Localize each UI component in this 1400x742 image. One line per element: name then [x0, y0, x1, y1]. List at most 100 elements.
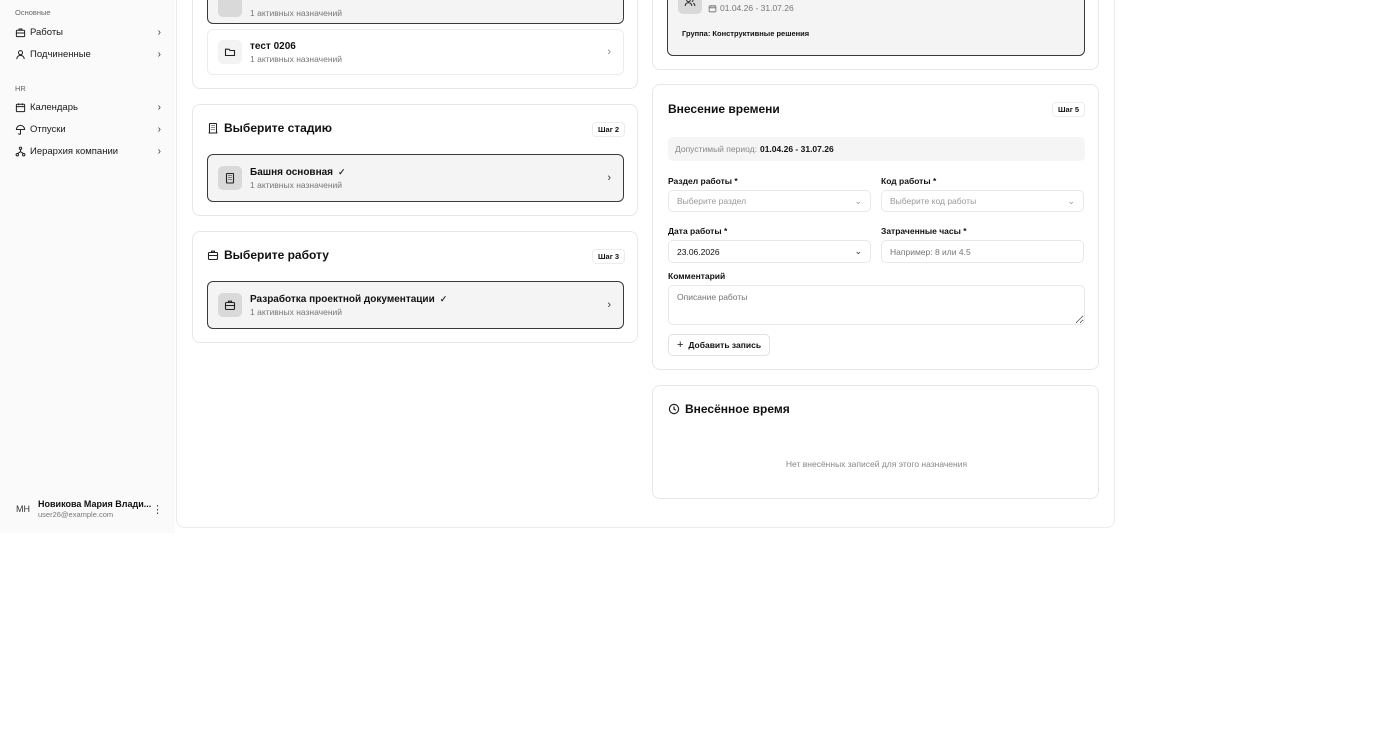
chevron-right-icon: ›	[157, 145, 161, 157]
comment-textarea[interactable]	[668, 285, 1085, 325]
entered-time-card: Внесённое время Нет внесённых записей дл…	[652, 385, 1099, 499]
sidebar-section-hr: HR	[15, 84, 26, 93]
chevron-down-icon: ⌄	[1067, 195, 1075, 206]
sidebar-item-label: Иерархия компании	[30, 145, 119, 157]
briefcase-icon	[218, 293, 242, 317]
option-title: тест 0206	[250, 40, 296, 52]
hours-label: Затраченные часы *	[881, 226, 967, 236]
sidebar-section-main: Основные	[15, 8, 51, 17]
stage-option-selected[interactable]: Башня основная ✓ 1 активных назначений ›	[207, 154, 624, 202]
chevron-right-icon: ›	[607, 0, 611, 4]
date-select[interactable]: 23.06.2026 ⌄	[668, 240, 871, 263]
sidebar-item-label: Подчиненные	[30, 48, 91, 60]
sidebar-item-label: Работы	[30, 26, 63, 38]
chevron-right-icon: ›	[607, 46, 611, 58]
chevron-right-icon: ›	[157, 123, 161, 135]
more-vertical-icon[interactable]: ⋮	[152, 503, 163, 516]
option-subtitle: 1 активных назначений	[250, 53, 343, 64]
step2-title: Выберите стадию	[207, 121, 332, 135]
app-root: Основные Работы › Подчиненные › HR Кален…	[0, 0, 1400, 742]
chevron-right-icon: ›	[157, 48, 161, 60]
user-name: Новикова Мария Влади...	[38, 499, 152, 509]
sidebar-item-label: Календарь	[30, 101, 78, 113]
folder-icon	[218, 0, 242, 17]
period-label: Допустимый период:	[675, 144, 757, 154]
entered-time-title: Внесённое время	[668, 402, 790, 416]
assignment-selected[interactable]: Ведущий конструктор-расчетчик 01.04.26 -…	[667, 0, 1085, 56]
step3-card: Выберите работу Шаг 3 Разработка проектн…	[192, 231, 638, 343]
chevron-right-icon: ›	[157, 101, 161, 113]
umbrella-icon	[15, 124, 26, 135]
briefcase-icon	[15, 27, 26, 38]
allowed-period: Допустимый период: 01.04.26 - 31.07.26	[668, 137, 1085, 161]
option-title-text: Башня основная	[250, 166, 334, 178]
work-option-selected[interactable]: Разработка проектной документации ✓ 1 ак…	[207, 281, 624, 329]
chevron-down-icon: ⌄	[854, 195, 862, 206]
code-label: Код работы *	[881, 176, 937, 186]
hours-input[interactable]	[881, 240, 1084, 263]
project-option-selected[interactable]: 1 активных назначений ›	[207, 0, 624, 24]
step1-card: 1 активных назначений › тест 0206 1 акти…	[192, 0, 638, 89]
entered-time-title-text: Внесённое время	[685, 402, 790, 416]
building-icon	[218, 166, 242, 190]
date-value: 23.06.2026	[677, 246, 720, 257]
step4-card: Ведущий конструктор-расчетчик 01.04.26 -…	[652, 0, 1099, 70]
section-select[interactable]: Выберите раздел ⌄	[668, 190, 871, 212]
sidebar-item-subordinates[interactable]: Подчиненные ›	[15, 45, 161, 63]
user-info: Новикова Мария Влади... user26@example.c…	[38, 499, 151, 519]
option-text: Башня основная ✓ 1 активных назначений	[250, 167, 346, 190]
assignment-dates-row: 01.04.26 - 31.07.26	[708, 3, 794, 13]
step-badge: Шаг 3	[592, 249, 626, 264]
chevron-right-icon: ›	[157, 26, 161, 38]
project-option-test0206[interactable]: тест 0206 1 активных назначений ›	[207, 29, 624, 75]
add-record-button[interactable]: + Добавить запись	[668, 334, 770, 356]
step3-title-text: Выберите работу	[224, 248, 329, 262]
code-select[interactable]: Выберите код работы ⌄	[881, 190, 1084, 212]
step-badge: Шаг 2	[592, 122, 626, 137]
chevron-right-icon: ›	[607, 172, 611, 184]
sidebar-item-label: Отпуски	[30, 123, 66, 135]
period-value: 01.04.26 - 31.07.26	[759, 144, 834, 154]
option-subtitle: 1 активных назначений	[250, 7, 343, 18]
clock-icon	[668, 403, 680, 415]
step2-title-text: Выберите стадию	[224, 121, 333, 135]
empty-state-text: Нет внесённых записей для этого назначен…	[785, 459, 968, 469]
add-record-label: Добавить запись	[688, 340, 762, 350]
user-profile[interactable]: МН Новикова Мария Влади... user26@exampl…	[13, 497, 163, 521]
section-placeholder: Выберите раздел	[677, 196, 747, 206]
option-title: Разработка проектной документации ✓	[250, 294, 447, 305]
sidebar-item-vacations[interactable]: Отпуски ›	[15, 120, 161, 138]
assignment-dates: 01.04.26 - 31.07.26	[720, 3, 794, 13]
option-text: Разработка проектной документации ✓ 1 ак…	[250, 294, 447, 317]
plus-icon: +	[676, 339, 684, 351]
chevron-down-icon: ⌄	[854, 246, 862, 256]
option-text: тест 0206 1 активных назначений	[250, 41, 342, 64]
option-title-text: Разработка проектной документации	[250, 293, 435, 305]
calendar-icon	[15, 102, 26, 113]
option-subtitle: 1 активных назначений	[250, 179, 343, 190]
date-label: Дата работы *	[668, 226, 728, 236]
option-text: 1 активных назначений	[250, 6, 342, 18]
avatar: МН	[16, 504, 30, 514]
sidebar-item-calendar[interactable]: Календарь ›	[15, 98, 161, 116]
calendar-icon	[708, 4, 717, 13]
time-entry-card: Внесение времени Шаг 5 Допустимый период…	[652, 84, 1099, 370]
section-label: Раздел работы *	[668, 176, 738, 186]
users-icon	[678, 0, 702, 14]
sidebar: Основные Работы › Подчиненные › HR Кален…	[0, 0, 175, 533]
step3-title: Выберите работу	[207, 248, 329, 262]
building-icon	[207, 122, 219, 134]
option-subtitle: 1 активных назначений	[250, 306, 343, 317]
code-placeholder: Выберите код работы	[890, 196, 977, 206]
sidebar-item-hierarchy[interactable]: Иерархия компании ›	[15, 142, 161, 160]
option-title: Башня основная ✓	[250, 167, 346, 178]
folder-icon	[218, 40, 242, 64]
assignment-group: Группа: Конструктивные решения	[682, 29, 810, 38]
user-email: user26@example.com	[38, 510, 114, 519]
user-icon	[15, 49, 26, 60]
check-icon: ✓	[439, 293, 448, 304]
step2-card: Выберите стадию Шаг 2 Башня основная ✓ 1…	[192, 104, 638, 216]
time-entry-title: Внесение времени	[668, 102, 780, 116]
step-badge: Шаг 5	[1052, 102, 1086, 117]
sidebar-item-works[interactable]: Работы ›	[15, 23, 161, 41]
